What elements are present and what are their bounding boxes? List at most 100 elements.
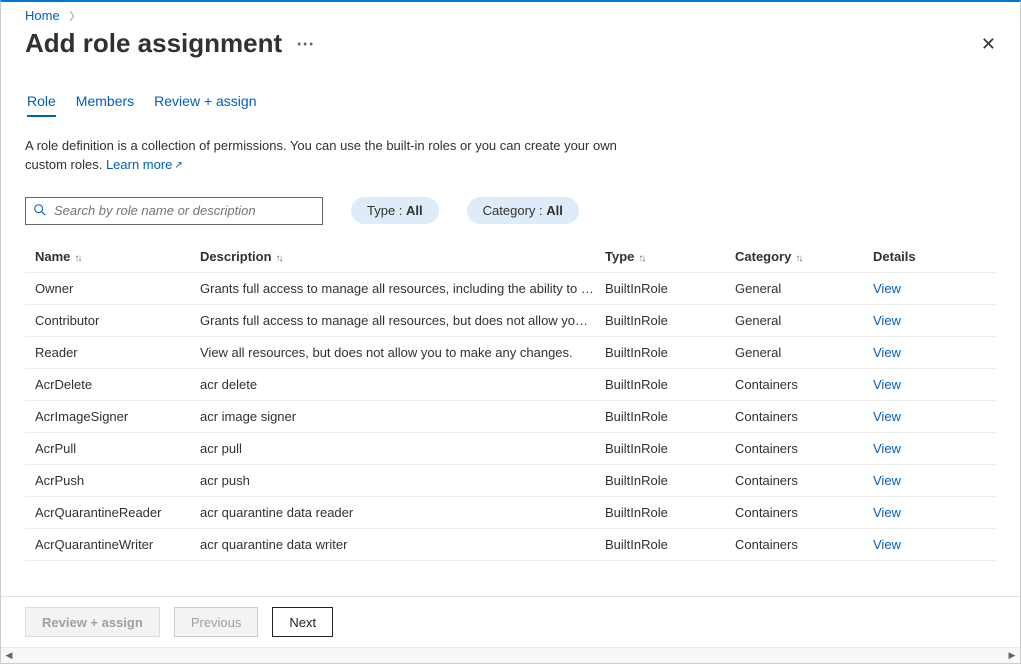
cell-category: Containers (735, 473, 873, 488)
cell-description: acr delete (200, 377, 605, 392)
col-description[interactable]: Description ↑↓ (200, 249, 605, 264)
more-actions-button[interactable]: ⋯ (296, 35, 315, 53)
cell-type: BuiltInRole (605, 281, 735, 296)
sort-icon: ↑↓ (638, 253, 644, 264)
scroll-right-arrow-icon[interactable]: ▶ (1004, 648, 1020, 663)
cell-description: Grants full access to manage all resourc… (200, 313, 605, 328)
cell-category: Containers (735, 537, 873, 552)
next-button[interactable]: Next (272, 607, 333, 637)
content-scroll[interactable]: Role Members Review + assign A role defi… (1, 59, 1020, 596)
sort-icon: ↑↓ (795, 253, 801, 264)
cell-description: acr quarantine data reader (200, 505, 605, 520)
tabs: Role Members Review + assign (25, 93, 996, 117)
review-assign-button: Review + assign (25, 607, 160, 637)
cell-name: AcrDelete (35, 377, 200, 392)
tab-role[interactable]: Role (27, 93, 56, 117)
col-category[interactable]: Category ↑↓ (735, 249, 873, 264)
table-row[interactable]: AcrImageSigneracr image signerBuiltInRol… (25, 400, 996, 432)
view-link[interactable]: View (873, 505, 963, 520)
cell-name: AcrPush (35, 473, 200, 488)
col-name-label: Name (35, 249, 70, 264)
cell-description: acr quarantine data writer (200, 537, 605, 552)
cell-description: View all resources, but does not allow y… (200, 345, 605, 360)
view-link[interactable]: View (873, 409, 963, 424)
tab-members[interactable]: Members (76, 93, 134, 117)
filter-type-label: Type : (367, 203, 406, 218)
col-details-label: Details (873, 249, 916, 264)
cell-type: BuiltInRole (605, 505, 735, 520)
table-row[interactable]: ContributorGrants full access to manage … (25, 304, 996, 336)
cell-name: Contributor (35, 313, 200, 328)
header: Add role assignment ⋯ ✕ (1, 24, 1020, 59)
filter-type-value: All (406, 203, 423, 218)
filter-category-label: Category : (483, 203, 547, 218)
chevron-right-icon: 〉 (69, 11, 80, 23)
cell-name: AcrImageSigner (35, 409, 200, 424)
cell-name: AcrQuarantineReader (35, 505, 200, 520)
horizontal-scrollbar[interactable]: ◀ ▶ (1, 647, 1020, 663)
page-title: Add role assignment ⋯ (25, 28, 315, 59)
footer: Review + assign Previous Next (1, 596, 1020, 647)
filter-row: Type : All Category : All (25, 197, 996, 225)
table-header: Name ↑↓ Description ↑↓ Type ↑↓ Category ↑↓ D… (25, 243, 996, 272)
cell-type: BuiltInRole (605, 313, 735, 328)
col-name[interactable]: Name ↑↓ (35, 249, 200, 264)
description-text: A role definition is a collection of per… (25, 137, 645, 175)
table-body: OwnerGrants full access to manage all re… (25, 272, 996, 561)
col-type-label: Type (605, 249, 634, 264)
view-link[interactable]: View (873, 313, 963, 328)
cell-description: Grants full access to manage all resourc… (200, 281, 605, 296)
cell-category: General (735, 345, 873, 360)
view-link[interactable]: View (873, 441, 963, 456)
cell-name: AcrQuarantineWriter (35, 537, 200, 552)
panel-root: Home 〉 Add role assignment ⋯ ✕ Role Memb… (0, 0, 1021, 664)
search-field-wrap (25, 197, 323, 225)
cell-name: AcrPull (35, 441, 200, 456)
breadcrumb-home-link[interactable]: Home (25, 8, 60, 23)
cell-type: BuiltInRole (605, 537, 735, 552)
table-row[interactable]: AcrQuarantineReaderacr quarantine data r… (25, 496, 996, 528)
search-input[interactable] (25, 197, 323, 225)
table-row[interactable]: ReaderView all resources, but does not a… (25, 336, 996, 368)
cell-category: Containers (735, 409, 873, 424)
view-link[interactable]: View (873, 377, 963, 392)
filter-category-pill[interactable]: Category : All (467, 197, 579, 224)
cell-category: General (735, 281, 873, 296)
table-row[interactable]: AcrQuarantineWriteracr quarantine data w… (25, 528, 996, 561)
close-button[interactable]: ✕ (981, 35, 996, 53)
cell-category: Containers (735, 441, 873, 456)
cell-description: acr push (200, 473, 605, 488)
col-type[interactable]: Type ↑↓ (605, 249, 735, 264)
breadcrumb: Home 〉 (1, 2, 1020, 24)
learn-more-label: Learn more (106, 157, 172, 172)
table-row[interactable]: OwnerGrants full access to manage all re… (25, 272, 996, 304)
sort-icon: ↑↓ (74, 253, 80, 264)
cell-type: BuiltInRole (605, 409, 735, 424)
cell-category: General (735, 313, 873, 328)
table-row[interactable]: AcrDeleteacr deleteBuiltInRoleContainers… (25, 368, 996, 400)
cell-type: BuiltInRole (605, 377, 735, 392)
sort-icon: ↑↓ (276, 253, 282, 264)
view-link[interactable]: View (873, 345, 963, 360)
filter-category-value: All (546, 203, 563, 218)
table-row[interactable]: AcrPullacr pullBuiltInRoleContainersView (25, 432, 996, 464)
cell-category: Containers (735, 377, 873, 392)
learn-more-link[interactable]: Learn more↗ (106, 157, 183, 172)
view-link[interactable]: View (873, 537, 963, 552)
tab-review-assign[interactable]: Review + assign (154, 93, 256, 117)
previous-button: Previous (174, 607, 259, 637)
cell-type: BuiltInRole (605, 441, 735, 456)
cell-name: Owner (35, 281, 200, 296)
table-row[interactable]: AcrPushacr pushBuiltInRoleContainersView (25, 464, 996, 496)
scroll-left-arrow-icon[interactable]: ◀ (1, 648, 17, 663)
cell-type: BuiltInRole (605, 473, 735, 488)
col-description-label: Description (200, 249, 272, 264)
cell-description: acr image signer (200, 409, 605, 424)
col-category-label: Category (735, 249, 791, 264)
view-link[interactable]: View (873, 473, 963, 488)
cell-category: Containers (735, 505, 873, 520)
cell-type: BuiltInRole (605, 345, 735, 360)
roles-table: Name ↑↓ Description ↑↓ Type ↑↓ Category ↑↓ D… (25, 243, 996, 561)
filter-type-pill[interactable]: Type : All (351, 197, 439, 224)
view-link[interactable]: View (873, 281, 963, 296)
